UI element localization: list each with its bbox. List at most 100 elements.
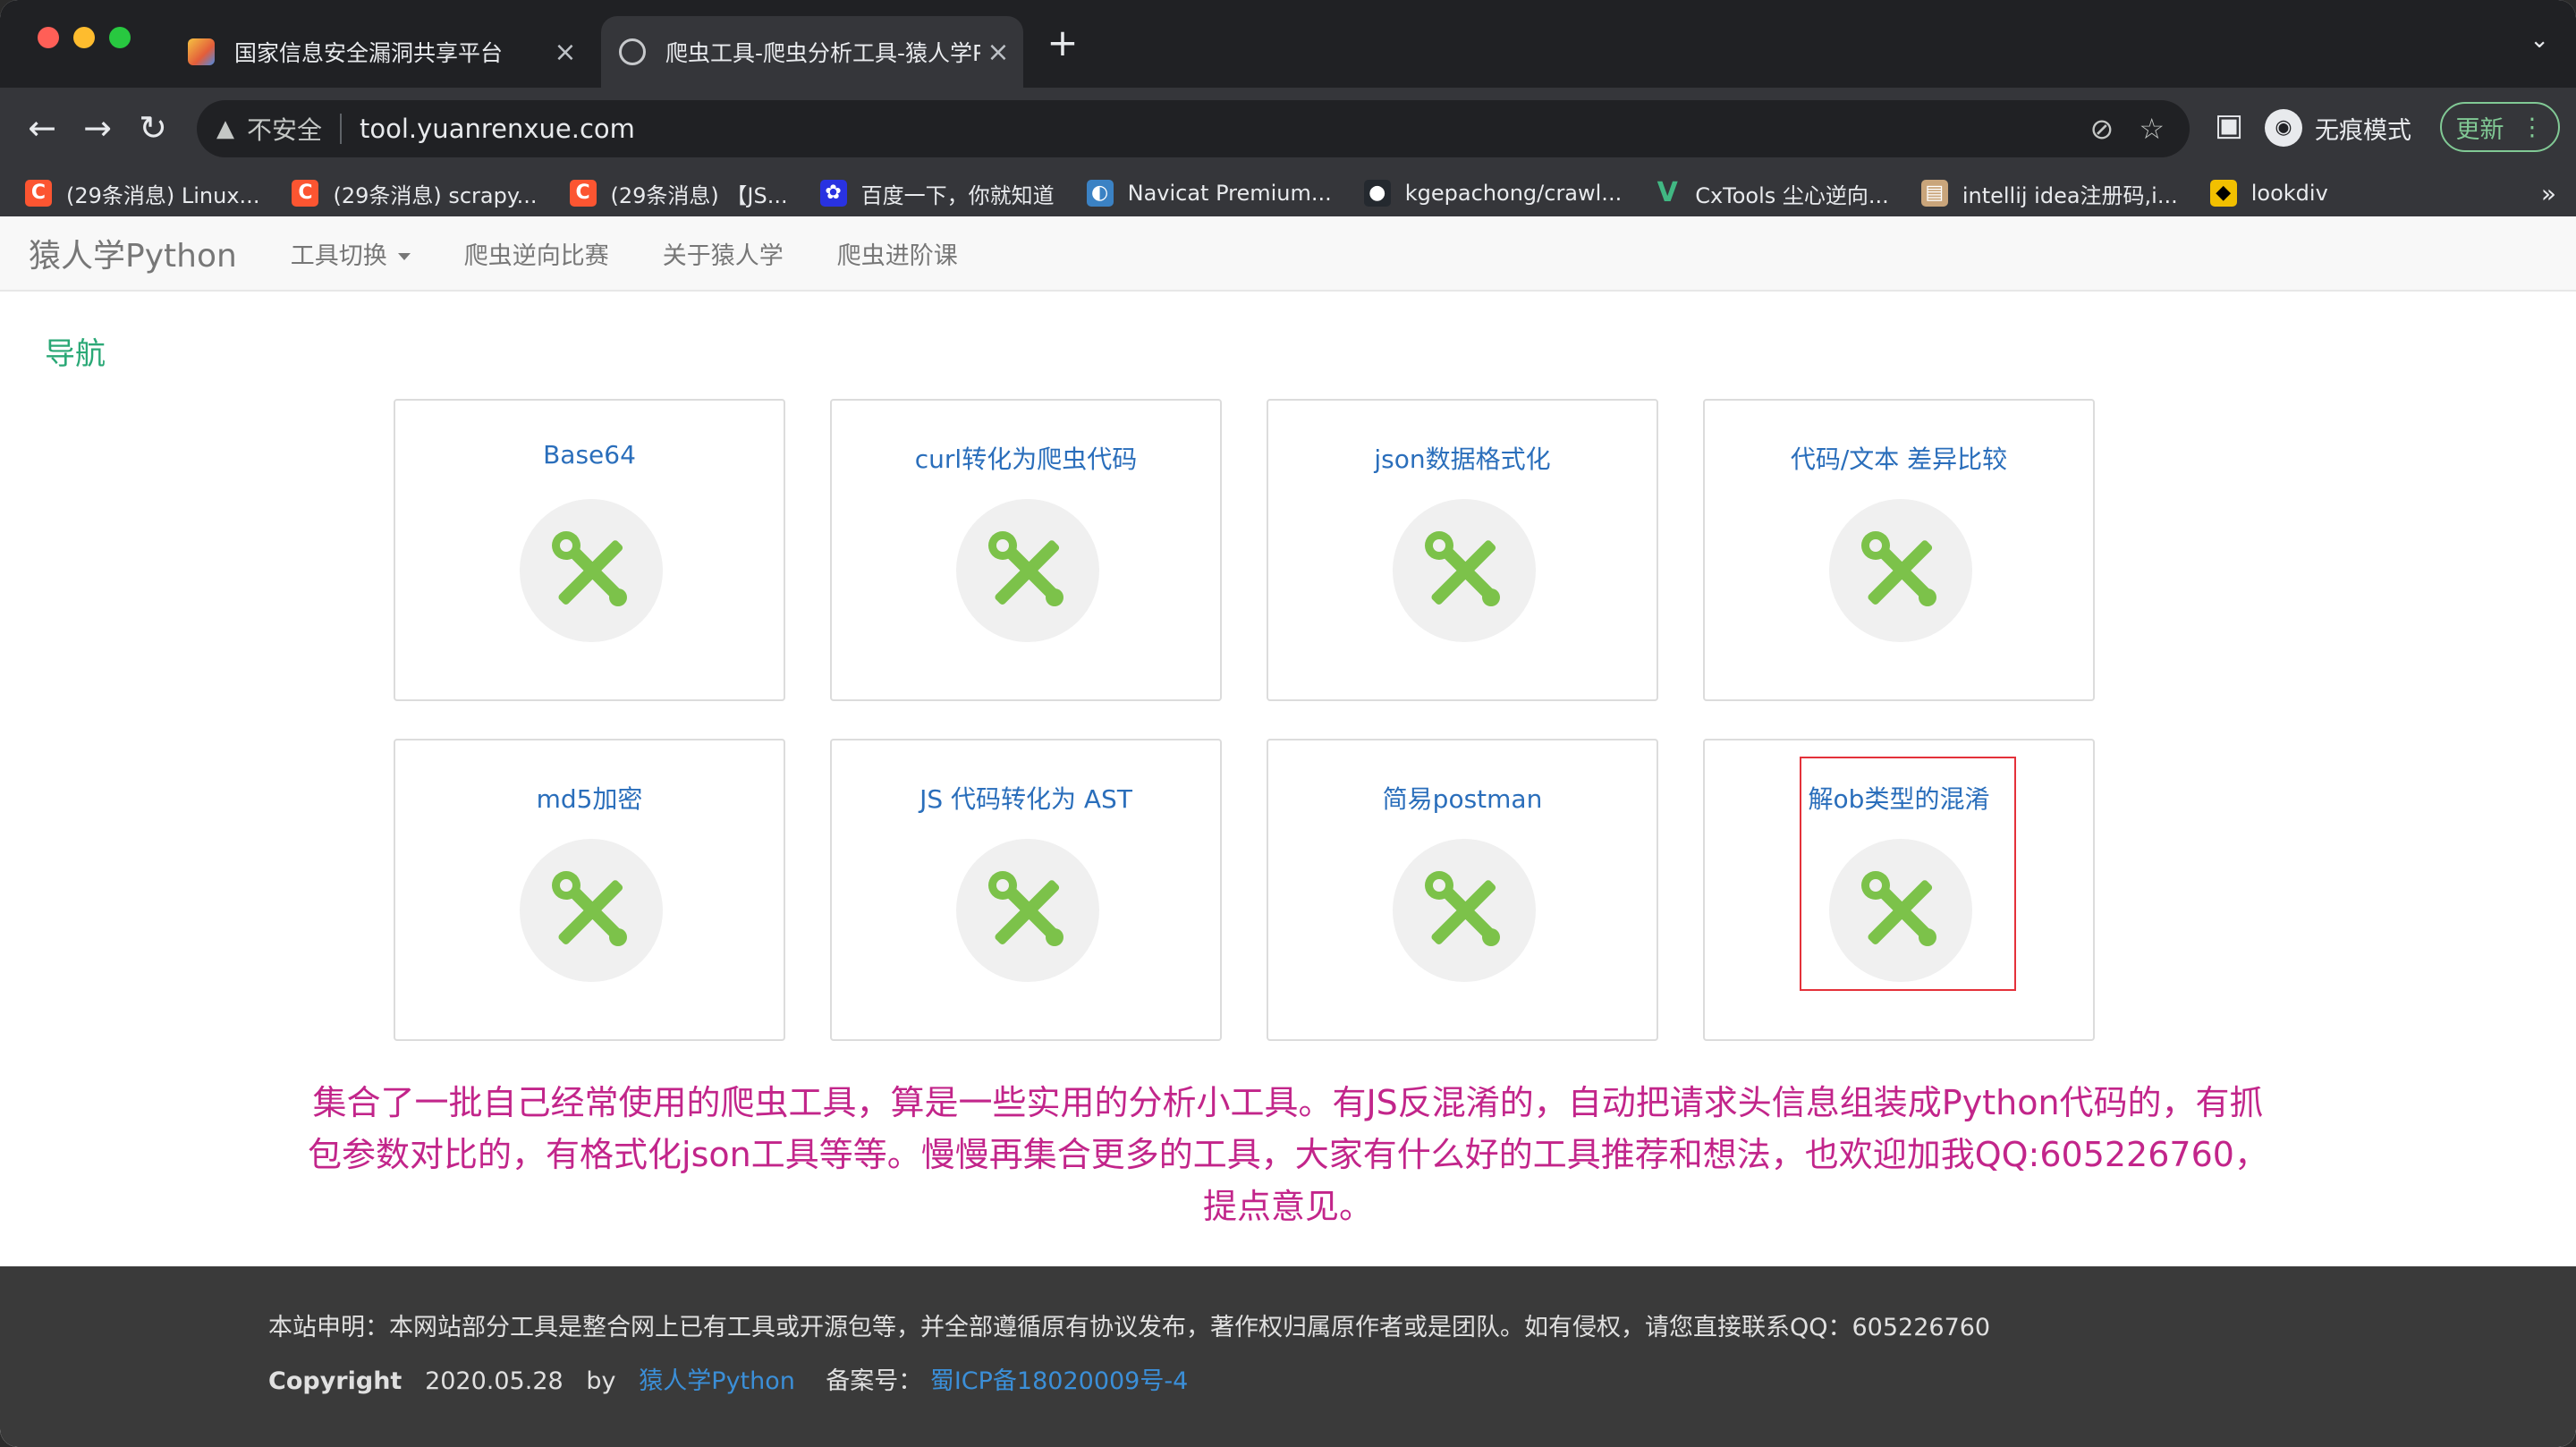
- incognito-indicator[interactable]: ◉ 无痕模式: [2265, 102, 2411, 154]
- tab-title: 爬虫工具-爬虫分析工具-猿人学P: [665, 40, 980, 66]
- bookmark-label: (29条消息) 【JS...: [610, 182, 788, 208]
- bookmarks-more-button[interactable]: »: [2541, 179, 2556, 208]
- wrench-screwdriver-icon: [1861, 871, 1936, 946]
- nav-label: 工具切换: [290, 241, 387, 270]
- tool-title[interactable]: JS 代码转化为 AST: [832, 780, 1220, 816]
- bookmark-label: kgepachong/crawl...: [1404, 181, 1623, 206]
- site-footer: 本站申明：本网站部分工具是整合网上已有工具或开源包等，并全部遵循原有协议发布，著…: [0, 1266, 2576, 1447]
- vue-icon: V: [1657, 177, 1678, 208]
- tool-title[interactable]: curl转化为爬虫代码: [832, 440, 1220, 476]
- tool-icon-circle: [956, 499, 1099, 642]
- close-window-button[interactable]: [38, 27, 59, 48]
- update-label: 更新: [2455, 115, 2504, 144]
- maximize-window-button[interactable]: [109, 27, 131, 48]
- nav-about[interactable]: 关于猿人学: [663, 236, 784, 271]
- wrench-screwdriver-icon: [1425, 871, 1500, 946]
- wrench-screwdriver-icon: [988, 871, 1063, 946]
- kebab-menu-icon[interactable]: ⋮: [2521, 114, 2545, 141]
- tool-title[interactable]: md5加密: [395, 780, 784, 816]
- eye-slash-icon[interactable]: ⊘: [2090, 112, 2114, 146]
- tab-yuanrenxue[interactable]: 爬虫工具-爬虫分析工具-猿人学P ×: [601, 16, 1023, 88]
- tool-icon-circle: [1829, 499, 1972, 642]
- wrench-screwdriver-icon: [552, 871, 627, 946]
- nav-tool-switch[interactable]: 工具切换: [291, 236, 411, 271]
- tool-title[interactable]: 解ob类型的混淆: [1705, 780, 2093, 816]
- bookmark-item[interactable]: ✿ 百度一下，你就知道: [819, 178, 1055, 209]
- csdn-icon: C: [569, 180, 597, 207]
- cnvd-favicon-icon: [188, 38, 215, 65]
- tab-close-icon[interactable]: ×: [980, 37, 1016, 68]
- by-label: by: [586, 1367, 616, 1395]
- tool-card-base64[interactable]: Base64: [394, 399, 785, 701]
- tool-card-md5[interactable]: md5加密: [394, 739, 785, 1041]
- wrench-screwdriver-icon: [988, 531, 1063, 606]
- insecure-label[interactable]: 不安全: [247, 111, 322, 147]
- github-icon: ●: [1363, 180, 1391, 207]
- site-navbar: 猿人学Python 工具切换 爬虫逆向比赛 关于猿人学 爬虫进阶课: [0, 216, 2576, 292]
- page-content: 猿人学Python 工具切换 爬虫逆向比赛 关于猿人学 爬虫进阶课 导航 Bas…: [0, 216, 2576, 1447]
- bookmark-item[interactable]: ◆ lookdiv: [2209, 180, 2328, 207]
- update-button[interactable]: 更新 ⋮: [2440, 102, 2560, 152]
- forward-arrow-icon[interactable]: →: [75, 106, 120, 150]
- footer-copyright: Copyright 2020.05.28 by 猿人学Python 备案号： 蜀…: [268, 1361, 1188, 1396]
- tool-card-diff[interactable]: 代码/文本 差异比较: [1703, 399, 2095, 701]
- icp-label: 备案号：: [826, 1367, 923, 1395]
- bookmark-item[interactable]: ◐ Navicat Premium...: [1086, 180, 1332, 207]
- tool-card-curl[interactable]: curl转化为爬虫代码: [830, 399, 1222, 701]
- bookmark-label: intellij idea注册码,i...: [1962, 182, 2178, 208]
- bookmark-label: Navicat Premium...: [1127, 181, 1332, 206]
- tool-title[interactable]: 简易postman: [1268, 780, 1657, 816]
- page-heading: 导航: [45, 336, 106, 372]
- copyright-date: 2020.05.28: [425, 1367, 564, 1395]
- tool-title[interactable]: 代码/文本 差异比较: [1705, 440, 2093, 476]
- side-panel-icon[interactable]: ▣: [2211, 107, 2247, 147]
- bookmark-label: (29条消息) scrapy...: [333, 182, 538, 208]
- icp-link[interactable]: 蜀ICP备18020009号-4: [930, 1367, 1188, 1395]
- bookmark-item[interactable]: ● kgepachong/crawl...: [1363, 180, 1623, 207]
- bookmark-item[interactable]: V CxTools 尘心逆向...: [1654, 178, 1889, 209]
- tool-icon-circle: [520, 839, 663, 982]
- bookmark-label: CxTools 尘心逆向...: [1695, 182, 1889, 208]
- incognito-label: 无痕模式: [2315, 116, 2411, 145]
- lookdiv-icon: ◆: [2209, 180, 2237, 207]
- tab-list-button[interactable]: ⌄: [2529, 27, 2549, 54]
- globe-icon: [619, 38, 646, 65]
- reload-icon[interactable]: ↻: [131, 106, 175, 150]
- tool-icon-circle: [956, 839, 1099, 982]
- bookmark-label: (29条消息) Linux...: [66, 182, 260, 208]
- tab-cnvd[interactable]: 国家信息安全漏洞共享平台 ×: [170, 16, 590, 88]
- warning-icon[interactable]: ▲: [216, 115, 234, 142]
- bookmark-label: lookdiv: [2250, 181, 2328, 206]
- navicat-icon: ◐: [1086, 180, 1114, 207]
- tool-title[interactable]: Base64: [395, 440, 784, 470]
- bookmark-star-icon[interactable]: ☆: [2139, 112, 2165, 146]
- tab-title: 国家信息安全漏洞共享平台: [234, 40, 504, 66]
- tool-icon-circle: [1393, 839, 1536, 982]
- tool-card-js-ast[interactable]: JS 代码转化为 AST: [830, 739, 1222, 1041]
- tool-card-postman[interactable]: 简易postman: [1267, 739, 1658, 1041]
- tool-icon-circle: [1829, 839, 1972, 982]
- bookmark-item[interactable]: C (29条消息) scrapy...: [292, 178, 538, 209]
- browser-window: 国家信息安全漏洞共享平台 × 爬虫工具-爬虫分析工具-猿人学P × + ⌄ ← …: [0, 0, 2576, 1447]
- tool-title[interactable]: json数据格式化: [1268, 440, 1657, 476]
- new-tab-button[interactable]: +: [1043, 23, 1082, 63]
- bookmark-item[interactable]: C (29条消息) 【JS...: [569, 178, 788, 209]
- tool-card-json[interactable]: json数据格式化: [1267, 399, 1658, 701]
- wrench-screwdriver-icon: [552, 531, 627, 606]
- tab-close-icon[interactable]: ×: [547, 37, 583, 68]
- author-link[interactable]: 猿人学Python: [639, 1367, 795, 1395]
- idea-icon: ▤: [1920, 180, 1948, 207]
- caret-down-icon: [397, 253, 411, 260]
- bookmark-item[interactable]: C (29条消息) Linux...: [25, 178, 259, 209]
- tool-card-ob-deobfuscate[interactable]: 解ob类型的混淆: [1703, 739, 2095, 1041]
- tool-icon-circle: [1393, 499, 1536, 642]
- url-text[interactable]: tool.yuanrenxue.com: [360, 114, 2089, 144]
- bookmark-item[interactable]: ▤ intellij idea注册码,i...: [1920, 178, 2178, 209]
- back-arrow-icon[interactable]: ←: [20, 106, 64, 150]
- nav-contest[interactable]: 爬虫逆向比赛: [464, 236, 609, 271]
- minimize-window-button[interactable]: [73, 27, 95, 48]
- site-brand[interactable]: 猿人学Python: [29, 230, 237, 276]
- nav-course[interactable]: 爬虫进阶课: [837, 236, 958, 271]
- address-divider: [340, 114, 343, 144]
- address-bar[interactable]: ▲ 不安全 tool.yuanrenxue.com ⊘ ☆: [197, 100, 2190, 157]
